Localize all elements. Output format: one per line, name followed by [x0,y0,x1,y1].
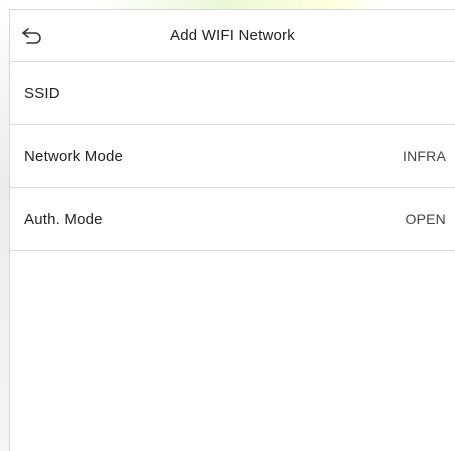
network-mode-value: INFRA [403,148,446,164]
back-button[interactable] [18,22,46,50]
auth-mode-value: OPEN [405,211,446,227]
app-window: Add WIFI Network SSID Network Mode INFRA… [0,0,455,451]
back-arrow-icon [22,28,41,44]
network-mode-label: Network Mode [24,147,124,165]
add-wifi-screen: Add WIFI Network SSID Network Mode INFRA… [9,9,455,451]
title-bar: Add WIFI Network [10,10,455,62]
page-title: Add WIFI Network [170,27,295,44]
settings-row-ssid[interactable]: SSID [10,62,455,125]
auth-mode-label: Auth. Mode [24,210,103,228]
settings-row-auth-mode[interactable]: Auth. Mode OPEN [10,188,455,251]
ssid-label: SSID [24,84,60,102]
settings-row-network-mode[interactable]: Network Mode INFRA [10,125,455,188]
